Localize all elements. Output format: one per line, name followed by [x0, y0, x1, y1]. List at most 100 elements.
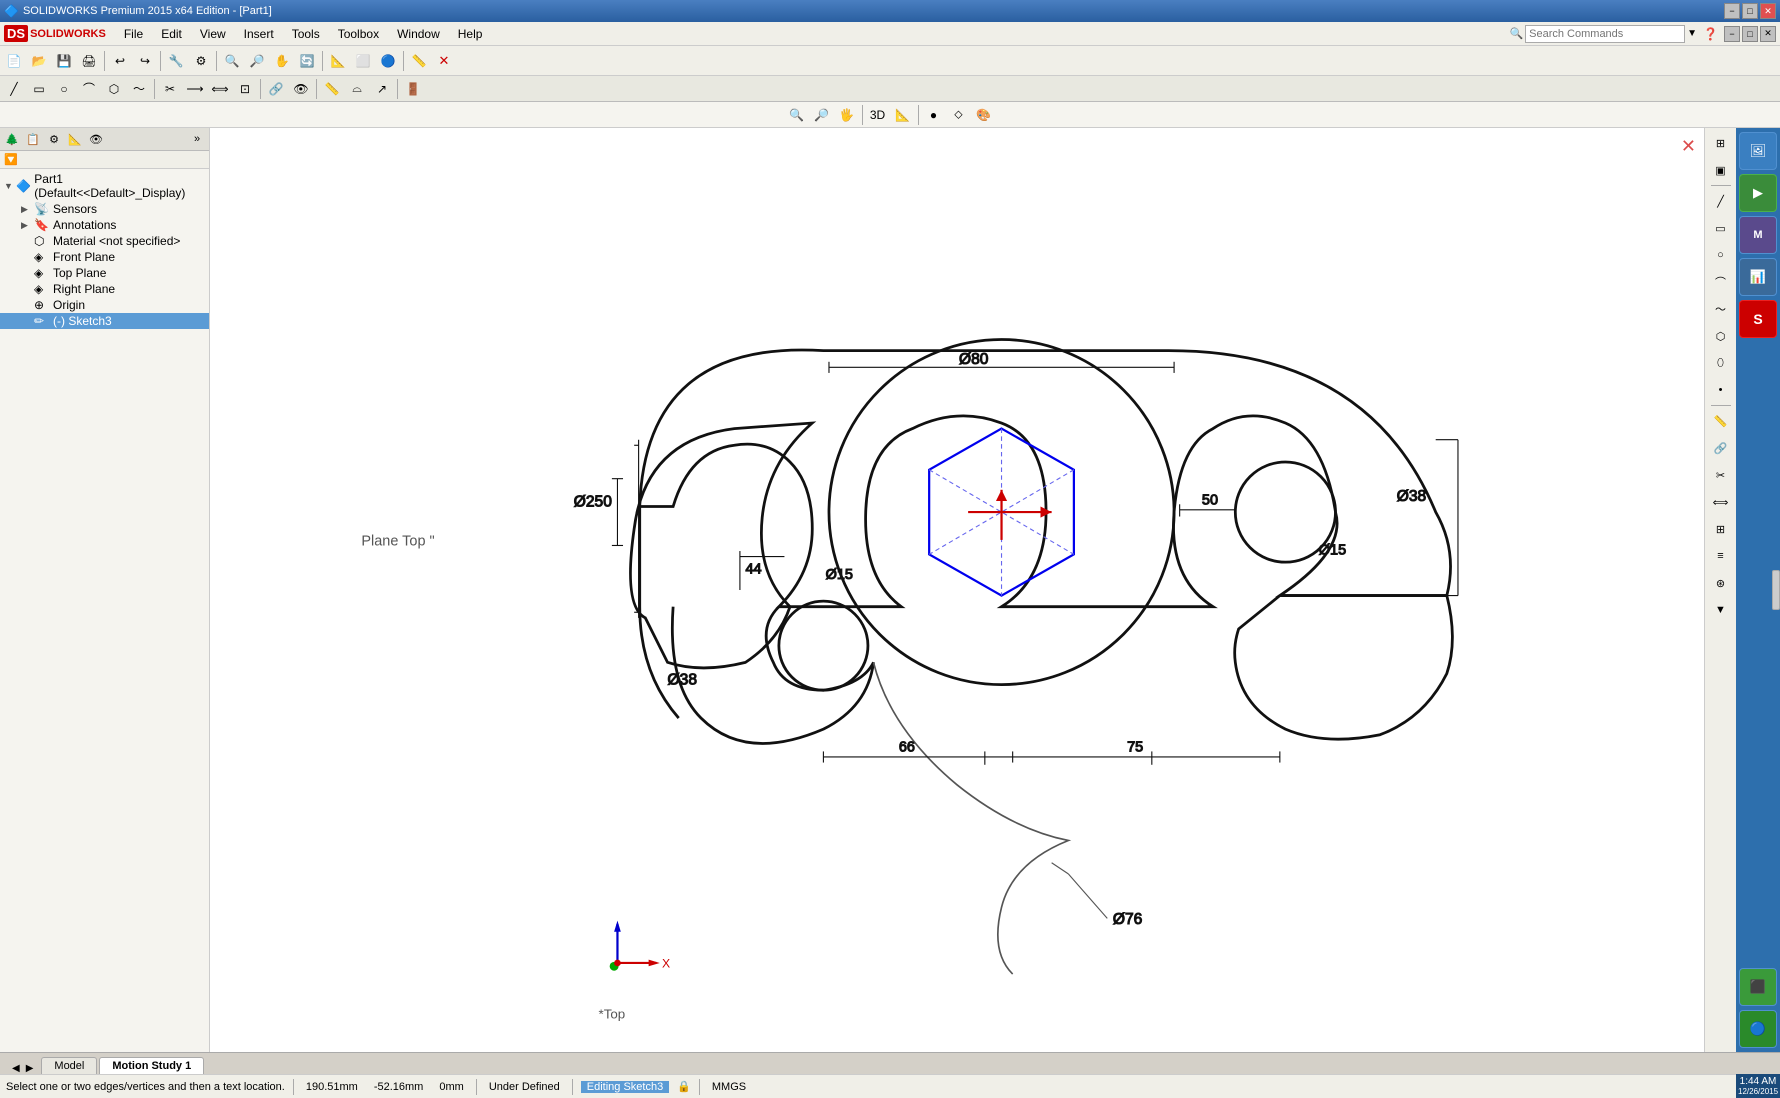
open-button[interactable]: 📂	[27, 49, 51, 73]
rt-ellipse-tool[interactable]: ⬯	[1708, 350, 1734, 376]
display-relations-btn[interactable]: 👁	[289, 77, 313, 101]
help-button[interactable]: ❓	[1703, 27, 1718, 41]
fr-photo-btn[interactable]: 🖼	[1739, 132, 1777, 170]
rt-mirror-tool[interactable]: ⟺	[1708, 489, 1734, 515]
zoom-in-btn[interactable]: 🔎	[245, 49, 269, 73]
offset-btn[interactable]: ⊡	[233, 77, 257, 101]
menu-tools[interactable]: Tools	[284, 25, 328, 43]
tree-item-top-plane[interactable]: ◈ Top Plane	[0, 265, 209, 281]
fr-green-btn[interactable]: 🔵	[1739, 1010, 1777, 1048]
sketch-poly-btn[interactable]: ⬡	[102, 77, 126, 101]
doc-close-button[interactable]: ✕	[1760, 26, 1776, 42]
mirror-btn[interactable]: ⟺	[208, 77, 232, 101]
rt-trim-tool[interactable]: ✂	[1708, 462, 1734, 488]
fr-play-btn[interactable]: ▶	[1739, 174, 1777, 212]
tab-model[interactable]: Model	[41, 1057, 97, 1074]
rt-tool-expand[interactable]: ▼	[1708, 597, 1734, 623]
dim-expert-tab[interactable]: 📐	[65, 129, 85, 149]
tab-scroll-right[interactable]: ▶	[24, 1063, 36, 1074]
search-dropdown-icon[interactable]: ▼	[1687, 28, 1697, 39]
tree-item-annotations[interactable]: ▶ 🔖 Annotations	[0, 217, 209, 233]
view-orient[interactable]: 📐	[891, 103, 915, 127]
display-style[interactable]: ●	[922, 103, 946, 127]
tree-item-sketch3[interactable]: ✏ (-) Sketch3	[0, 313, 209, 329]
smart-dimension-btn[interactable]: 📏	[320, 77, 344, 101]
feature-manager-tab[interactable]: 🌲	[2, 129, 22, 149]
sketch-exit-btn[interactable]: 🚪	[401, 77, 425, 101]
rebuild-button[interactable]: 🔧	[164, 49, 188, 73]
appearance[interactable]: 🎨	[972, 103, 996, 127]
tab-motion-study[interactable]: Motion Study 1	[99, 1057, 204, 1074]
menu-edit[interactable]: Edit	[153, 25, 190, 43]
menu-window[interactable]: Window	[389, 25, 448, 43]
zoom-to-fit-btn[interactable]: 🔍	[220, 49, 244, 73]
tree-item-material[interactable]: ⬡ Material <not specified>	[0, 233, 209, 249]
menu-insert[interactable]: Insert	[236, 25, 282, 43]
rt-front-view[interactable]: ▣	[1708, 157, 1734, 183]
zoom-to-fit[interactable]: 🔍	[785, 103, 809, 127]
rt-pattern-tool[interactable]: ⊞	[1708, 516, 1734, 542]
close-button[interactable]: ✕	[1760, 3, 1776, 19]
command-search-input[interactable]	[1525, 25, 1685, 43]
extend-btn[interactable]: ⟶	[183, 77, 207, 101]
zoom-to-selection[interactable]: 🖐	[835, 103, 859, 127]
shaded-btn[interactable]: 🔵	[376, 49, 400, 73]
maximize-button[interactable]: □	[1742, 3, 1758, 19]
rt-more-tools[interactable]: ≡	[1708, 543, 1734, 569]
rt-poly-tool[interactable]: ⬡	[1708, 323, 1734, 349]
tree-item-front-plane[interactable]: ◈ Front Plane	[0, 249, 209, 265]
sketch-spline-btn[interactable]: 〜	[127, 77, 151, 101]
rt-circle-tool[interactable]: ○	[1708, 242, 1734, 268]
tree-item-origin[interactable]: ⊕ Origin	[0, 297, 209, 313]
config-manager-tab[interactable]: ⚙	[44, 129, 64, 149]
menu-help[interactable]: Help	[450, 25, 491, 43]
new-button[interactable]: 📄	[2, 49, 26, 73]
rt-view-selector[interactable]: ⊞	[1708, 130, 1734, 156]
options-button[interactable]: ⚙	[189, 49, 213, 73]
canvas-area[interactable]: Ø80 Ø250 44 Ø15 Ø38 50 Ø38	[210, 128, 1704, 1052]
sketch-arc-btn[interactable]: ⌒	[77, 77, 101, 101]
rt-point-tool[interactable]: •	[1708, 377, 1734, 403]
rt-spline-tool[interactable]: 〜	[1708, 296, 1734, 322]
rt-line-tool[interactable]: ╱	[1708, 188, 1734, 214]
doc-maximize-button[interactable]: □	[1742, 26, 1758, 42]
sketch-line-btn[interactable]: ╱	[2, 77, 26, 101]
smart-dim-btn[interactable]: 📏	[407, 49, 431, 73]
menu-toolbox[interactable]: Toolbox	[330, 25, 387, 43]
rotate-btn[interactable]: 🔄	[295, 49, 319, 73]
view-3d[interactable]: 3D	[866, 103, 890, 127]
print-button[interactable]: 🖨	[77, 49, 101, 73]
section-view[interactable]: ⬦	[947, 103, 971, 127]
tree-item-part1[interactable]: ▼ 🔷 Part1 (Default<<Default>_Display)	[0, 171, 209, 201]
add-relation-btn[interactable]: 🔗	[264, 77, 288, 101]
wireframe-btn[interactable]: ⬜	[351, 49, 375, 73]
doc-minimize-button[interactable]: −	[1724, 26, 1740, 42]
menu-file[interactable]: File	[116, 25, 151, 43]
minimize-button[interactable]: −	[1724, 3, 1740, 19]
fr-sw-btn[interactable]: S	[1739, 300, 1777, 338]
sketch-rect-btn[interactable]: ▭	[27, 77, 51, 101]
exit-sketch-btn[interactable]: ✕	[432, 49, 456, 73]
rt-rect-tool[interactable]: ▭	[1708, 215, 1734, 241]
pan-btn[interactable]: ✋	[270, 49, 294, 73]
rt-relation-tool[interactable]: 🔗	[1708, 435, 1734, 461]
undo-button[interactable]: ↩	[108, 49, 132, 73]
convert-entities-btn[interactable]: ↗	[370, 77, 394, 101]
zoom-in[interactable]: 🔎	[810, 103, 834, 127]
rt-arc-tool[interactable]: ⌒	[1708, 269, 1734, 295]
menu-view[interactable]: View	[192, 25, 234, 43]
tree-item-right-plane[interactable]: ◈ Right Plane	[0, 281, 209, 297]
display-manager-tab[interactable]: 👁	[86, 129, 106, 149]
expand-btn[interactable]: »	[187, 129, 207, 149]
sketch-circle-btn[interactable]: ○	[52, 77, 76, 101]
fr-plugin-btn[interactable]: ⬛	[1739, 968, 1777, 1006]
redo-button[interactable]: ↪	[133, 49, 157, 73]
view-selector-btn[interactable]: 📐	[326, 49, 350, 73]
save-button[interactable]: 💾	[52, 49, 76, 73]
trim-btn[interactable]: ✂	[158, 77, 182, 101]
rt-snap-tool[interactable]: ⊛	[1708, 570, 1734, 596]
tree-item-sensors[interactable]: ▶ 📡 Sensors	[0, 201, 209, 217]
fr-mysw-btn[interactable]: M	[1739, 216, 1777, 254]
rt-dimension-tool[interactable]: 📏	[1708, 408, 1734, 434]
property-manager-tab[interactable]: 📋	[23, 129, 43, 149]
